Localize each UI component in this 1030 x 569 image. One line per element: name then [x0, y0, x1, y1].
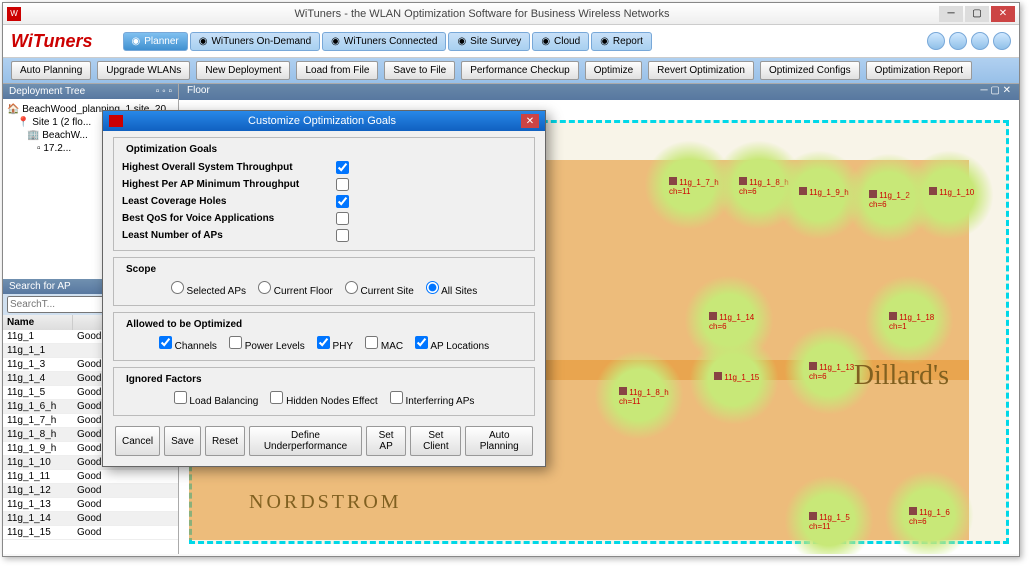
- refresh-icon[interactable]: [971, 32, 989, 50]
- ignored-option[interactable]: Load Balancing: [174, 396, 259, 407]
- optimization-report-button[interactable]: Optimization Report: [866, 61, 972, 80]
- ap-label[interactable]: 11g_1_10: [929, 187, 974, 197]
- ap-label[interactable]: 11g_1_18ch=1: [889, 312, 934, 331]
- optimize-button[interactable]: Optimize: [585, 61, 642, 80]
- tab-connected[interactable]: ◉ WiTuners Connected: [322, 32, 446, 51]
- titlebar: W WiTuners - the WLAN Optimization Softw…: [3, 3, 1019, 25]
- table-row[interactable]: 11g_1_14Good: [3, 512, 178, 526]
- home-icon[interactable]: [927, 32, 945, 50]
- tab-report[interactable]: ◉ Report: [591, 32, 652, 51]
- brand-row: WiTuners ◉ Planner ◉ WiTuners On-Demand …: [3, 25, 1019, 57]
- toolbar: Auto Planning Upgrade WLANs New Deployme…: [3, 57, 1019, 84]
- dialog-icon: [109, 115, 123, 127]
- gear-icon[interactable]: [949, 32, 967, 50]
- allowed-option[interactable]: PHY: [317, 341, 353, 352]
- auto-planning-button[interactable]: Auto Planning: [11, 61, 91, 80]
- maximize-button[interactable]: ▢: [965, 6, 989, 22]
- table-row[interactable]: 11g_1_11Good: [3, 470, 178, 484]
- ap-label[interactable]: 11g_1_8_hch=11: [619, 387, 669, 406]
- goal-checkbox[interactable]: [336, 212, 349, 225]
- main-tabs: ◉ Planner ◉ WiTuners On-Demand ◉ WiTuner…: [123, 32, 652, 51]
- load-from-file-button[interactable]: Load from File: [296, 61, 378, 80]
- ignored-fieldset: Ignored Factors Load Balancing Hidden No…: [113, 367, 535, 416]
- goal-label: Highest Per AP Minimum Throughput: [122, 179, 332, 190]
- allowed-option[interactable]: Power Levels: [229, 341, 305, 352]
- ap-label[interactable]: 11g_1_13ch=6: [809, 362, 854, 381]
- save-to-file-button[interactable]: Save to File: [384, 61, 455, 80]
- scope-option[interactable]: All Sites: [426, 286, 477, 297]
- upgrade-wlans-button[interactable]: Upgrade WLANs: [97, 61, 190, 80]
- goal-checkbox[interactable]: [336, 178, 349, 191]
- panel-controls-icon[interactable]: ▫ ◦ ▫: [156, 86, 172, 97]
- ignored-option[interactable]: Interferring APs: [390, 396, 475, 407]
- tab-on-demand[interactable]: ◉ WiTuners On-Demand: [190, 32, 320, 51]
- save-button[interactable]: Save: [164, 426, 201, 456]
- ap-label[interactable]: 11g_1_7_hch=11: [669, 177, 719, 196]
- ignored-option[interactable]: Hidden Nodes Effect: [270, 396, 377, 407]
- scope-option[interactable]: Current Site: [345, 286, 414, 297]
- allowed-option[interactable]: Channels: [159, 341, 217, 352]
- tab-cloud[interactable]: ◉ Cloud: [532, 32, 589, 51]
- goals-fieldset: Optimization Goals Highest Overall Syste…: [113, 137, 535, 251]
- close-button[interactable]: ✕: [991, 6, 1015, 22]
- tab-planner[interactable]: ◉ Planner: [123, 32, 188, 51]
- allowed-fieldset: Allowed to be Optimized Channels Power L…: [113, 312, 535, 361]
- ap-label[interactable]: 11g_1_14ch=6: [709, 312, 754, 331]
- set-ap-button[interactable]: Set AP: [366, 426, 406, 456]
- store-label-dillards: Dillard's: [854, 360, 949, 392]
- tree-panel-header: Deployment Tree ▫ ◦ ▫: [3, 84, 178, 99]
- table-row[interactable]: 11g_1_13Good: [3, 498, 178, 512]
- scope-option[interactable]: Selected APs: [171, 286, 246, 297]
- ap-label[interactable]: 11g_1_9_h: [799, 187, 849, 197]
- performance-checkup-button[interactable]: Performance Checkup: [461, 61, 579, 80]
- reset-button[interactable]: Reset: [205, 426, 245, 456]
- new-deployment-button[interactable]: New Deployment: [196, 61, 290, 80]
- goal-label: Highest Overall System Throughput: [122, 162, 332, 173]
- floor-tab-bar: Floor ─ ▢ ✕: [179, 84, 1019, 100]
- allowed-option[interactable]: AP Locations: [415, 341, 489, 352]
- app-icon: W: [7, 7, 21, 21]
- goal-label: Least Coverage Holes: [122, 196, 332, 207]
- define-underperformance-button[interactable]: Define Underperformance: [249, 426, 362, 456]
- dialog-title: Customize Optimization Goals: [123, 115, 521, 127]
- set-client-button[interactable]: Set Client: [410, 426, 461, 456]
- auto-planning-button[interactable]: Auto Planning: [465, 426, 533, 456]
- dialog-button-row: Cancel Save Reset Define Underperformanc…: [113, 422, 535, 460]
- scope-option[interactable]: Current Floor: [258, 286, 333, 297]
- allowed-option[interactable]: MAC: [365, 341, 403, 352]
- window-title: WiTuners - the WLAN Optimization Softwar…: [27, 8, 937, 20]
- dialog-close-button[interactable]: ✕: [521, 114, 539, 128]
- cancel-button[interactable]: Cancel: [115, 426, 160, 456]
- tab-site-survey[interactable]: ◉ Site Survey: [448, 32, 530, 51]
- floor-tab[interactable]: Floor: [187, 85, 210, 99]
- dialog-titlebar[interactable]: Customize Optimization Goals ✕: [103, 111, 545, 131]
- store-label-nordstrom: NORDSTROM: [249, 491, 402, 514]
- optimized-configs-button[interactable]: Optimized Configs: [760, 61, 860, 80]
- minimize-button[interactable]: ─: [939, 6, 963, 22]
- table-row[interactable]: 11g_1_15Good: [3, 526, 178, 540]
- goal-checkbox[interactable]: [336, 161, 349, 174]
- goal-label: Least Number of APs: [122, 230, 332, 241]
- ap-label[interactable]: 11g_1_6ch=6: [909, 507, 950, 526]
- optimization-goals-dialog: Customize Optimization Goals ✕ Optimizat…: [102, 110, 546, 467]
- table-row[interactable]: 11g_1_12Good: [3, 484, 178, 498]
- ap-label[interactable]: 11g_1_5ch=11: [809, 512, 850, 531]
- ap-label[interactable]: 11g_1_15: [714, 372, 759, 382]
- panel-controls-icon[interactable]: ─ ▢ ✕: [981, 85, 1011, 99]
- goal-checkbox[interactable]: [336, 195, 349, 208]
- help-icon[interactable]: [993, 32, 1011, 50]
- brand-logo: WiTuners: [11, 31, 93, 52]
- scope-fieldset: Scope Selected APs Current Floor Current…: [113, 257, 535, 306]
- goal-label: Best QoS for Voice Applications: [122, 213, 332, 224]
- revert-optimization-button[interactable]: Revert Optimization: [648, 61, 754, 80]
- goal-checkbox[interactable]: [336, 229, 349, 242]
- top-right-buttons: [927, 32, 1011, 50]
